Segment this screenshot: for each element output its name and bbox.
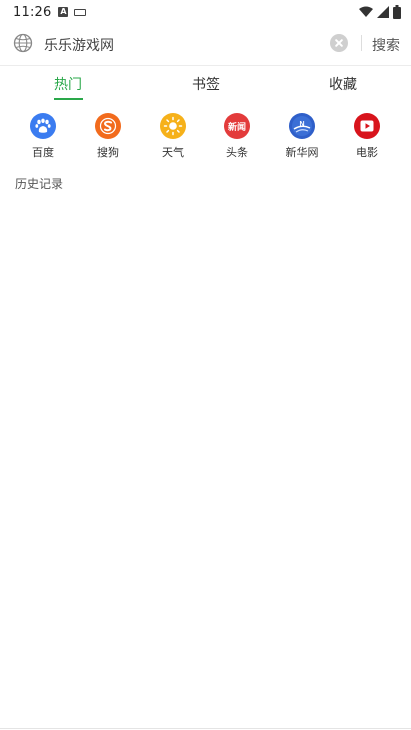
- address-bar: 乐乐游戏网 搜索: [0, 24, 411, 64]
- shortcut-weather[interactable]: 天气: [148, 113, 198, 160]
- shortcut-movie[interactable]: 电影: [342, 113, 392, 160]
- svg-text:N: N: [299, 121, 304, 128]
- signal-icon: [377, 6, 389, 18]
- header-divider: [0, 65, 411, 66]
- status-bar: 11:26 A: [0, 0, 411, 24]
- sun-icon: [160, 113, 186, 139]
- clear-icon[interactable]: [330, 34, 348, 52]
- shortcut-label: 新华网: [285, 146, 319, 159]
- shortcut-xinhua[interactable]: N 新华网: [277, 113, 327, 160]
- bottom-divider: [0, 728, 411, 729]
- history-title: 历史记录: [15, 177, 64, 191]
- shortcut-toutiao[interactable]: 新闻 头条: [212, 113, 262, 160]
- shortcut-sogou[interactable]: 搜狗: [83, 113, 133, 160]
- play-icon: [354, 113, 380, 139]
- shortcut-label: 百度: [32, 146, 54, 159]
- xinhua-icon: N: [289, 113, 315, 139]
- battery-icon: [393, 5, 401, 19]
- search-input[interactable]: 乐乐游戏网: [44, 35, 114, 55]
- shortcut-label: 电影: [356, 146, 378, 159]
- globe-icon[interactable]: [13, 33, 33, 53]
- active-tab-indicator: [54, 98, 83, 100]
- sogou-icon: [95, 113, 121, 139]
- separator: [361, 35, 362, 51]
- baidu-paw-icon: [30, 113, 56, 139]
- status-time: 11:26: [13, 4, 52, 20]
- text-a-icon: A: [58, 7, 69, 17]
- news-icon: 新闻: [224, 113, 250, 139]
- tab-favorites[interactable]: 收藏: [329, 74, 357, 94]
- shortcut-label: 天气: [162, 146, 184, 159]
- search-button[interactable]: 搜索: [372, 35, 400, 55]
- tab-bookmarks[interactable]: 书签: [192, 74, 220, 94]
- shortcut-label: 搜狗: [97, 146, 119, 159]
- shortcut-label: 头条: [226, 146, 248, 159]
- shortcut-baidu[interactable]: 百度: [18, 113, 68, 160]
- keyboard-icon: [74, 8, 87, 16]
- wifi-icon: [359, 6, 373, 17]
- tab-hot[interactable]: 热门: [54, 74, 82, 94]
